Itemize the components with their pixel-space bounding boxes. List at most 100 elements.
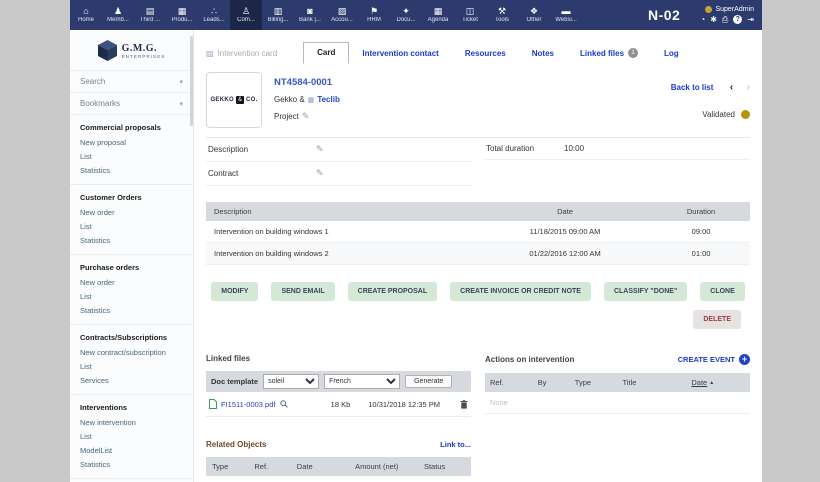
print-icon[interactable]: ⎙ xyxy=(722,15,728,24)
send-email-button[interactable]: SEND EMAIL xyxy=(271,282,334,301)
accountancy-icon: ▨ xyxy=(338,7,347,16)
sidebar-link[interactable]: List xyxy=(80,220,183,234)
column-header-type: Type xyxy=(206,457,248,476)
sidebar-link[interactable]: List xyxy=(80,360,183,374)
sidebar-link[interactable]: Statistics xyxy=(80,304,183,318)
column-header-description: Description xyxy=(206,202,478,221)
description-label: Description xyxy=(208,145,316,154)
edit-description-icon[interactable]: ✎ xyxy=(316,144,324,155)
logo-title: G.M.G. xyxy=(122,43,166,54)
column-header-by[interactable]: By xyxy=(533,373,570,392)
create-proposal-button[interactable]: CREATE PROPOSAL xyxy=(348,282,438,301)
sidebar-link[interactable]: List xyxy=(80,150,183,164)
sort-asc-icon: ▲ xyxy=(709,380,714,386)
tab-notes[interactable]: Notes xyxy=(519,44,567,64)
sidebar-link[interactable]: New contract/subscription xyxy=(80,346,183,360)
edit-project-icon[interactable]: ✎ xyxy=(302,111,310,122)
tab-resources[interactable]: Resources xyxy=(452,44,519,64)
logout-icon[interactable]: ⇥ xyxy=(747,15,754,24)
previous-record-icon[interactable]: ‹ xyxy=(730,82,733,93)
help-icon[interactable]: ? xyxy=(733,15,742,24)
theme-icon[interactable]: ✱ xyxy=(710,15,717,24)
company-icon: ▦ xyxy=(308,96,315,104)
nav-item-agenda[interactable]: ▦Agenda xyxy=(422,0,454,30)
nav-item-tools[interactable]: ⚒Tools xyxy=(486,0,518,30)
column-header-type[interactable]: Type xyxy=(570,373,618,392)
tab-linked-files[interactable]: Linked files 1 xyxy=(567,43,651,64)
back-to-list-link[interactable]: Back to list xyxy=(671,83,714,92)
agenda-icon: ▦ xyxy=(434,7,443,16)
table-row[interactable]: Intervention on building windows 1 11/18… xyxy=(206,221,750,243)
sidebar-link[interactable]: New proposal xyxy=(80,136,183,150)
next-record-icon: › xyxy=(747,82,750,93)
nav-item-other[interactable]: ❖Other xyxy=(518,0,550,30)
sidebar-link[interactable]: New order xyxy=(80,276,183,290)
thirdparty-link[interactable]: Teclib xyxy=(317,95,340,104)
link-to-link[interactable]: Link to... xyxy=(440,440,471,449)
members-icon: ♟ xyxy=(114,7,122,16)
nav-item-bank[interactable]: ◙Bank |... xyxy=(294,0,326,30)
nav-item-home[interactable]: ⌂Home xyxy=(70,0,102,30)
column-header-date-sorted[interactable]: Date ▲ xyxy=(686,373,750,392)
delete-file-icon[interactable] xyxy=(460,400,468,409)
globe-icon[interactable]: ◔ xyxy=(700,15,705,24)
bookmarks-dropdown[interactable]: Bookmarks ▾ xyxy=(70,92,193,114)
nav-item-documents[interactable]: ✦Docu... xyxy=(390,0,422,30)
nav-item-ticket[interactable]: ◫Ticket xyxy=(454,0,486,30)
menu-section-commercial-proposals: Commercial proposals New proposal List S… xyxy=(70,114,193,184)
generate-button[interactable]: Generate xyxy=(405,375,452,388)
search-dropdown[interactable]: Search ▾ xyxy=(70,70,193,92)
logo-cube-icon xyxy=(98,40,117,61)
delete-button[interactable]: DELETE xyxy=(693,310,741,329)
nav-item-products[interactable]: ▦Produ... xyxy=(166,0,198,30)
column-header-duration: Duration xyxy=(652,202,750,221)
column-header-ref[interactable]: Ref. xyxy=(485,373,533,392)
tab-card[interactable]: Card xyxy=(303,42,349,64)
commercial-icon: ♙ xyxy=(242,7,250,16)
nav-item-members[interactable]: ♟Memb... xyxy=(102,0,134,30)
edit-contract-icon[interactable]: ✎ xyxy=(316,168,324,179)
nav-item-commercial[interactable]: ♙Com... xyxy=(230,0,262,30)
sidebar-link[interactable]: Statistics xyxy=(80,458,183,472)
sidebar-link[interactable]: ModelList xyxy=(80,444,183,458)
sidebar-link[interactable]: List xyxy=(80,290,183,304)
nav-item-leads[interactable]: ∴Leads... xyxy=(198,0,230,30)
create-event-link[interactable]: CREATE EVENT + xyxy=(678,354,750,365)
column-header-amount: Amount (net) xyxy=(349,457,418,476)
table-row[interactable]: Intervention on building windows 2 01/22… xyxy=(206,243,750,265)
sidebar-link[interactable]: Services xyxy=(80,374,183,388)
menu-section-vendor-proposals: Vendor proposals xyxy=(70,478,193,482)
intervention-ref[interactable]: NT4584-0001 xyxy=(274,77,340,88)
column-header-title[interactable]: Title xyxy=(617,373,686,392)
nav-item-accountancy[interactable]: ▨Accou... xyxy=(326,0,358,30)
create-invoice-button[interactable]: CREATE INVOICE OR CREDIT NOTE xyxy=(450,282,591,301)
leads-icon: ∴ xyxy=(211,7,217,16)
nav-item-billing[interactable]: ▥Billing... xyxy=(262,0,294,30)
doc-template-select[interactable]: soleil xyxy=(263,374,319,389)
nav-item-hrm[interactable]: ⚑HRM xyxy=(358,0,390,30)
user-name-row[interactable]: SuperAdmin xyxy=(705,6,754,13)
preview-file-icon[interactable] xyxy=(280,400,288,408)
tab-log[interactable]: Log xyxy=(651,44,692,64)
total-duration-label: Total duration xyxy=(486,144,564,153)
fields-area: Description ✎ Contract ✎ Total duration … xyxy=(206,138,750,186)
sidebar-link[interactable]: New intervention xyxy=(80,416,183,430)
line-duration: 09:00 xyxy=(652,221,750,243)
file-name-link[interactable]: FI1511-0003.pdf xyxy=(221,400,276,409)
contract-label: Contract xyxy=(208,169,316,178)
clone-button[interactable]: CLONE xyxy=(700,282,745,301)
doc-language-select[interactable]: French xyxy=(324,374,400,389)
search-label: Search xyxy=(80,77,105,86)
tab-intervention-contact[interactable]: Intervention contact xyxy=(349,44,451,64)
classify-done-button[interactable]: CLASSIFY "DONE" xyxy=(604,282,687,301)
chevron-down-icon: ▾ xyxy=(179,78,183,86)
sidebar-link[interactable]: List xyxy=(80,430,183,444)
app-window: ⌂Home ♟Memb... ▤Third ... ▦Produ... ∴Lea… xyxy=(70,0,762,482)
nav-item-websites[interactable]: ▬Websi... xyxy=(550,0,582,30)
sidebar-link[interactable]: Statistics xyxy=(80,164,183,178)
nav-item-thirdparties[interactable]: ▤Third ... xyxy=(134,0,166,30)
sidebar-link[interactable]: New order xyxy=(80,206,183,220)
modify-button[interactable]: MODIFY xyxy=(211,282,258,301)
billing-icon: ▥ xyxy=(274,7,283,16)
sidebar-link[interactable]: Statistics xyxy=(80,234,183,248)
